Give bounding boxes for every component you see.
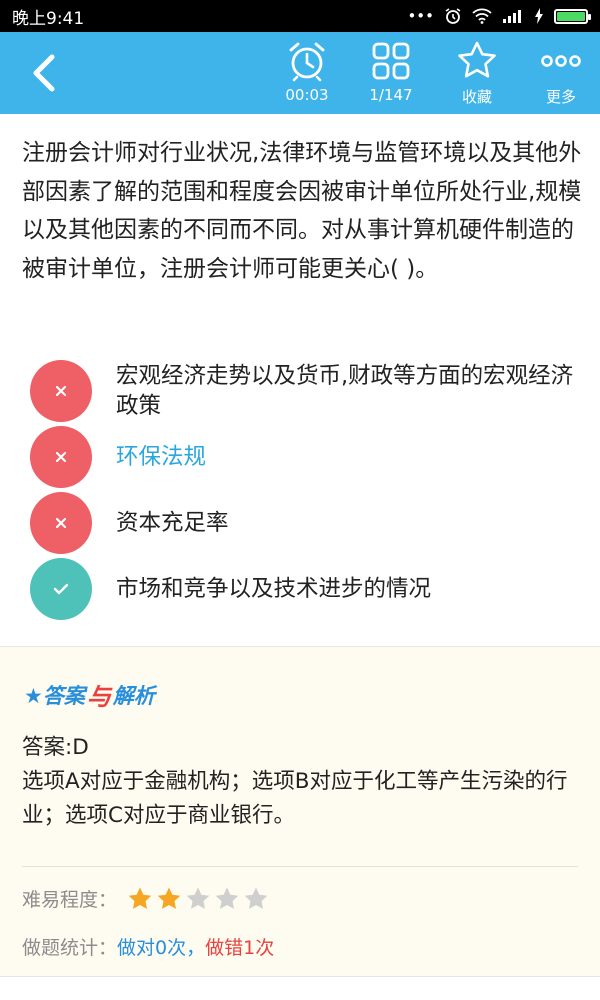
favorite-button[interactable]: 收藏 [442, 40, 512, 110]
status-icons: ••• [407, 7, 591, 25]
difficulty-row: 难易程度： [22, 885, 272, 912]
answer-block: 答案:D 选项A对应于金融机构；选项B对应于化工等产生污染的行业；选项C对应于商… [22, 731, 582, 833]
star-empty-icon [186, 887, 210, 909]
more-button[interactable]: 更多 [526, 40, 596, 110]
timer-value: 00:03 [285, 86, 329, 104]
stats-row: 做题统计：做对0次，做错1次 [22, 933, 274, 960]
charging-icon [535, 8, 543, 24]
signal-icon [503, 10, 521, 23]
option-d-badge [30, 558, 92, 620]
star-filled-icon [157, 887, 181, 909]
star-filled-icon [128, 887, 152, 909]
back-arrow-icon [33, 54, 55, 92]
more-dots-icon: ••• [407, 7, 434, 25]
option-b-text: 环保法规 [116, 444, 207, 470]
difficulty-stars [127, 886, 272, 912]
star-icon [458, 41, 496, 78]
progress-value: 1/147 [369, 86, 413, 104]
option-c[interactable]: 资本充足率 [30, 490, 580, 556]
stats-separator: ， [186, 937, 206, 959]
cross-icon [55, 451, 67, 463]
stats-label: 做题统计： [22, 937, 118, 959]
cross-icon [55, 385, 67, 397]
option-a-text: 宏观经济走势以及货币,财政等方面的宏观经济政策 [116, 363, 574, 419]
divider [22, 866, 578, 867]
more-icon [541, 55, 581, 67]
stats-wrong-count: 做错1次 [205, 937, 275, 959]
analysis-heading-right: 解析 [112, 683, 155, 708]
analysis-heading-left: ★答案 [24, 683, 85, 708]
battery-icon [554, 8, 591, 24]
star-empty-icon [244, 887, 268, 909]
answer-line: 答案:D [22, 735, 89, 760]
favorite-label: 收藏 [461, 88, 492, 106]
timer-button[interactable]: 00:03 [272, 40, 342, 110]
bottom-bar [0, 976, 600, 1000]
question-grid-button[interactable]: 1/147 [356, 40, 426, 110]
question-text: 注册会计师对行业状况,法律环境与监管环境以及其他外部因素了解的范围和程度会因被审… [22, 140, 582, 282]
check-icon [53, 583, 69, 595]
analysis-heading-mid: 与 [86, 683, 111, 711]
more-label: 更多 [545, 88, 576, 106]
option-c-text: 资本充足率 [116, 510, 229, 536]
option-b[interactable]: 环保法规 [30, 424, 580, 490]
option-b-badge [30, 426, 92, 488]
option-d[interactable]: 市场和竞争以及技术进步的情况 [30, 556, 580, 622]
star-empty-icon [215, 887, 239, 909]
toolbar: 00:03 1/147 收藏 更多 [0, 32, 600, 114]
option-d-text: 市场和竞争以及技术进步的情况 [116, 576, 432, 602]
alarm-clock-icon [289, 42, 325, 82]
cross-icon [55, 517, 67, 529]
grid-icon [372, 42, 410, 80]
analysis-panel: ★答案 与 解析 答案:D 选项A对应于金融机构；选项B对应于化工等产生污染的行… [0, 646, 600, 976]
option-a[interactable]: 宏观经济走势以及货币,财政等方面的宏观经济政策 [30, 358, 580, 424]
analysis-heading: ★答案 与 解析 [24, 677, 155, 712]
wifi-icon [472, 8, 492, 24]
option-c-badge [30, 492, 92, 554]
difficulty-label: 难易程度： [22, 889, 118, 911]
stats-right-count: 做对0次 [117, 937, 187, 959]
status-time: 晚上9:41 [12, 8, 85, 29]
options-list: 宏观经济走势以及货币,财政等方面的宏观经济政策 环保法规 资本充足率 市场和竞争… [30, 358, 580, 622]
option-a-badge [30, 360, 92, 422]
status-bar: 晚上9:41 ••• [0, 0, 600, 32]
explanation-text: 选项A对应于金融机构；选项B对应于化工等产生污染的行业；选项C对应于商业银行。 [22, 769, 568, 828]
alarm-icon [445, 8, 461, 24]
back-button[interactable] [18, 50, 68, 96]
